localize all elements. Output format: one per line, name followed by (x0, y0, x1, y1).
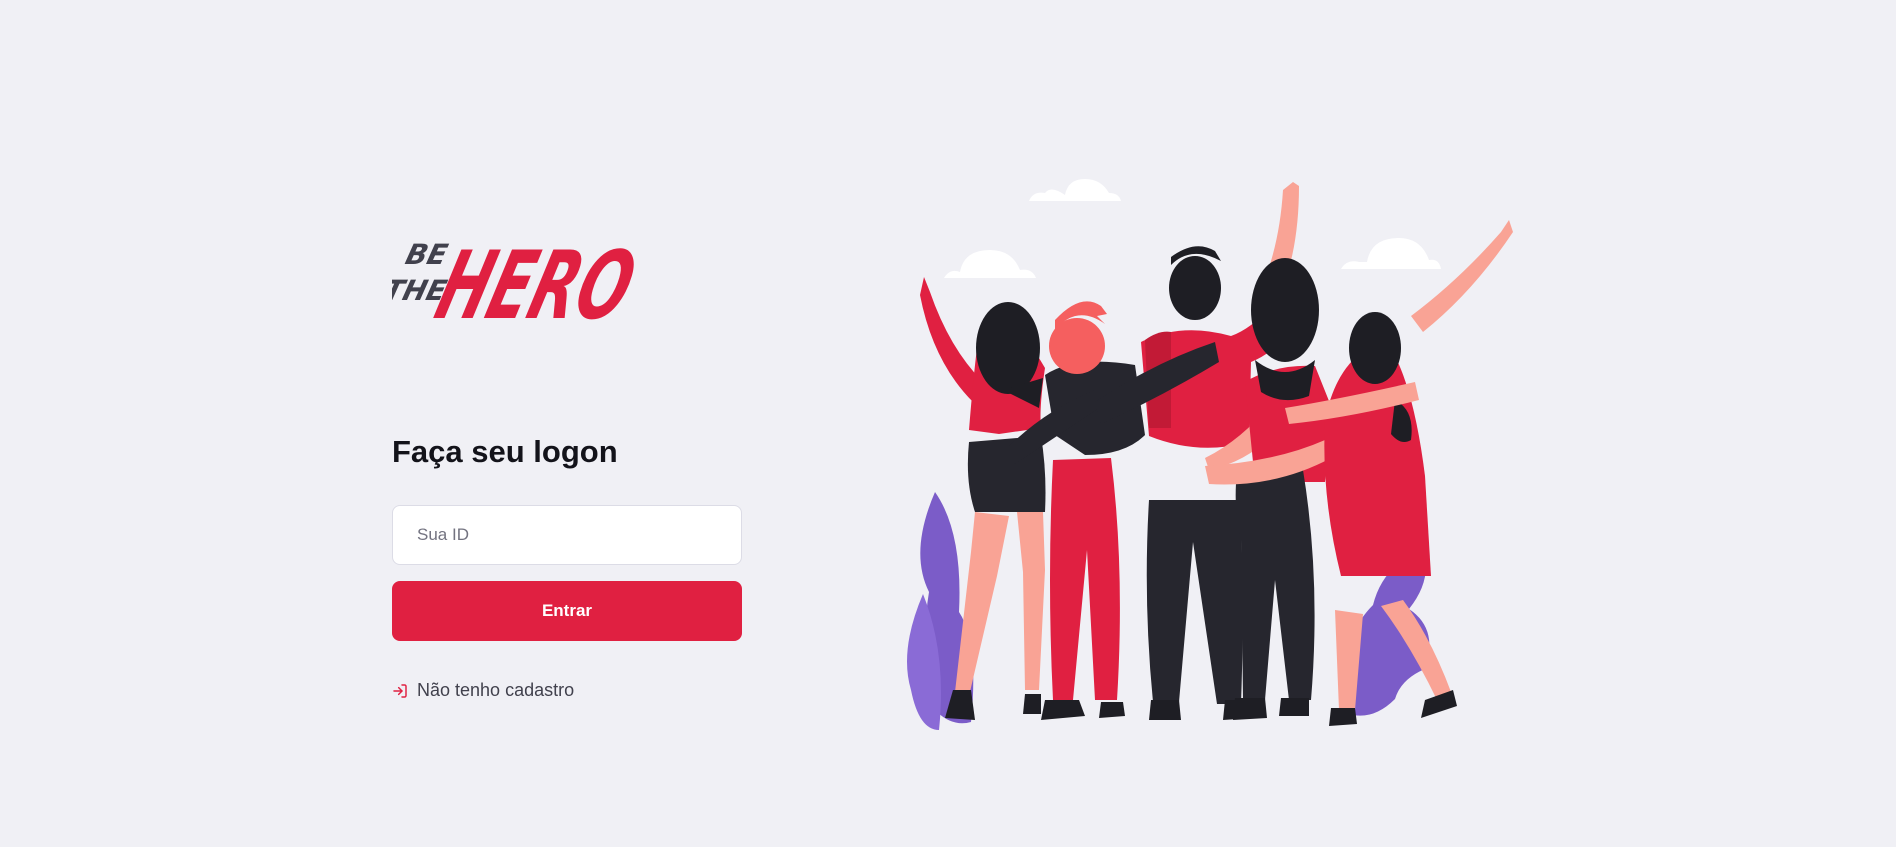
be-the-hero-logo: BE THE HERO (392, 220, 648, 332)
id-input[interactable] (392, 505, 742, 565)
svg-text:BE: BE (402, 238, 451, 270)
log-in-icon (392, 683, 408, 699)
logon-title: Faça seu logon (392, 434, 618, 469)
logo-graphic: BE THE HERO (392, 231, 647, 332)
login-button[interactable]: Entrar (392, 581, 742, 641)
register-link-label: Não tenho cadastro (417, 680, 575, 700)
svg-text:HERO: HERO (425, 231, 646, 332)
heroes-illustration (905, 170, 1515, 760)
logon-page: BE THE HERO Faça seu logon Entrar Não te… (0, 0, 1896, 847)
register-link[interactable]: Não tenho cadastro (392, 680, 574, 701)
